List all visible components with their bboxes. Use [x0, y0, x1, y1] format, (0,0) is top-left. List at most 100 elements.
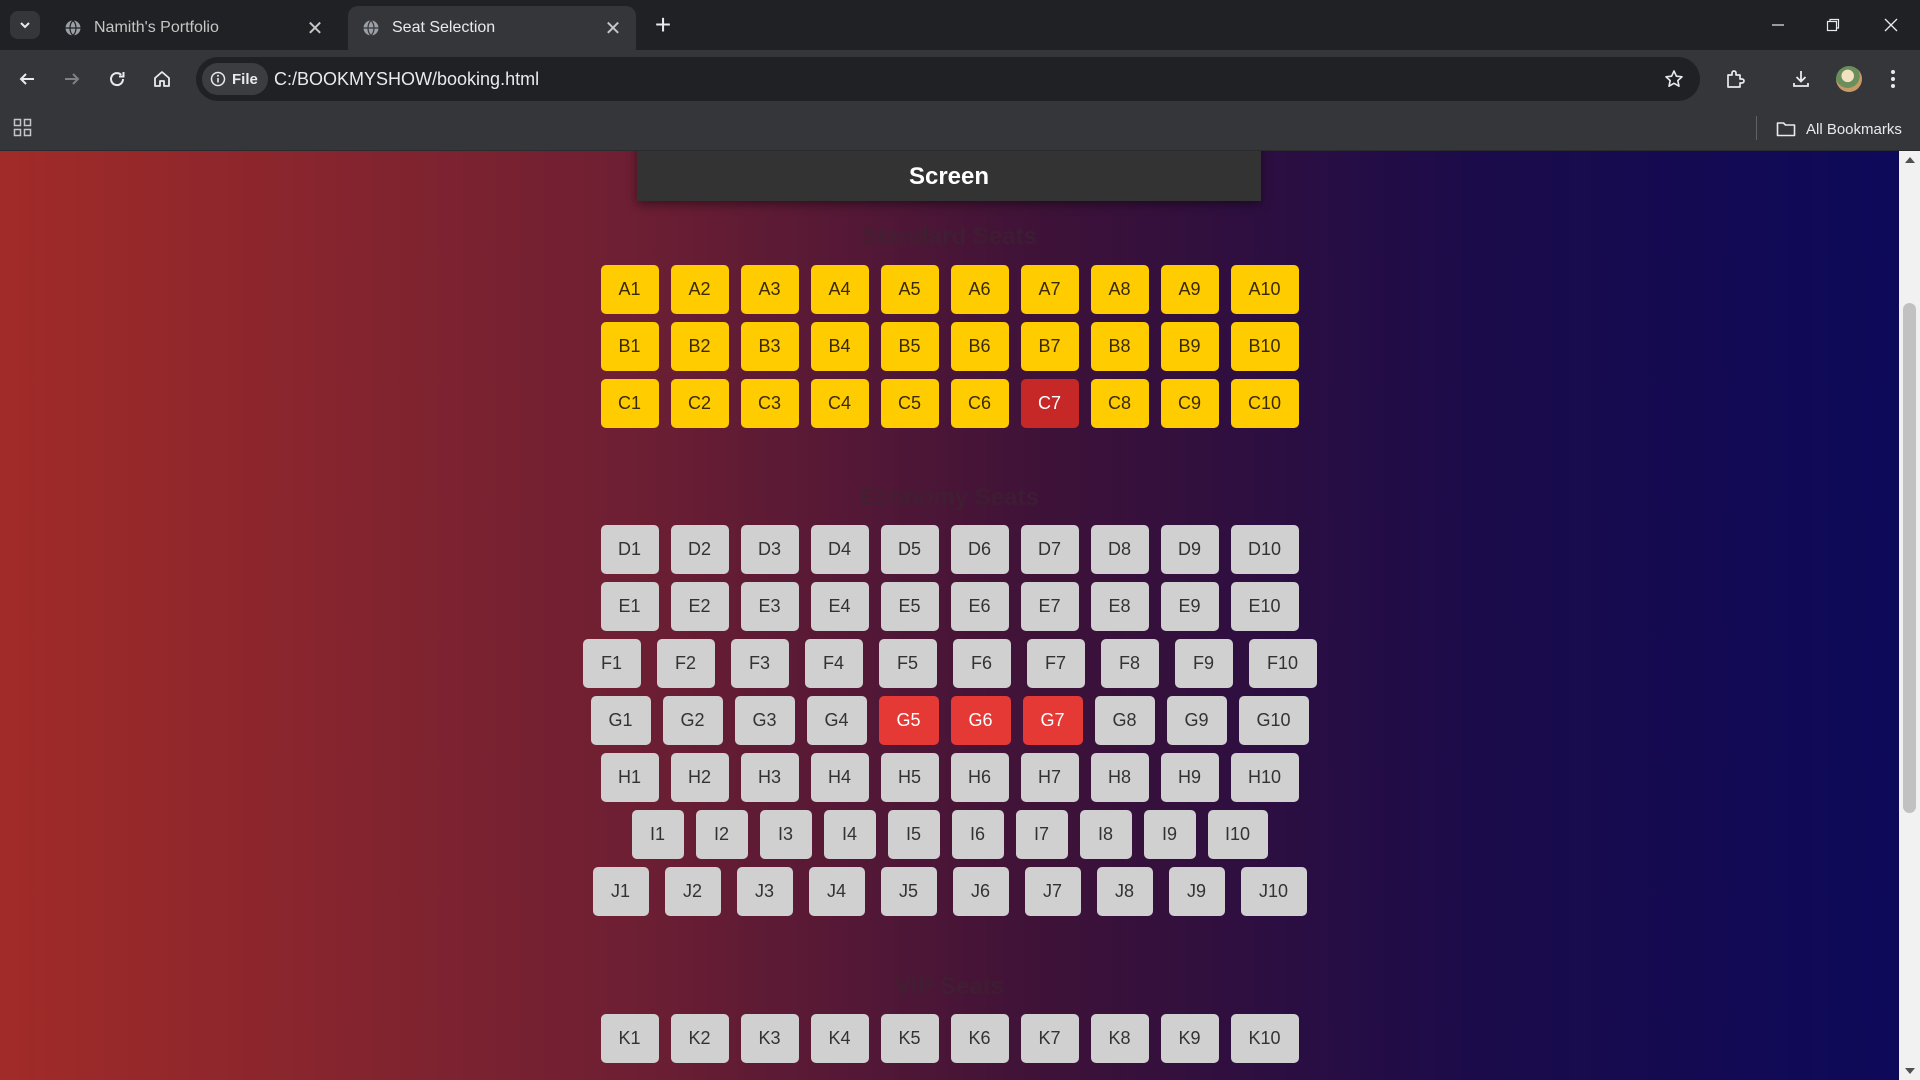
seat-d4[interactable]: D4: [810, 525, 869, 574]
seat-b7[interactable]: B7: [1020, 322, 1079, 371]
address-bar[interactable]: File C:/BOOKMYSHOW/booking.html: [196, 57, 1700, 101]
seat-j10[interactable]: J10: [1240, 867, 1307, 916]
seat-b4[interactable]: B4: [810, 322, 869, 371]
forward-button[interactable]: [56, 63, 88, 95]
seat-h1[interactable]: H1: [600, 753, 659, 802]
seat-b8[interactable]: B8: [1090, 322, 1149, 371]
seat-b9[interactable]: B9: [1160, 322, 1219, 371]
seat-j2[interactable]: J2: [664, 867, 721, 916]
seat-d6[interactable]: D6: [950, 525, 1009, 574]
tab-seat-selection[interactable]: Seat Selection ✕: [348, 6, 636, 50]
seat-b2[interactable]: B2: [670, 322, 729, 371]
seat-e4[interactable]: E4: [810, 582, 869, 631]
seat-k4[interactable]: K4: [810, 1014, 869, 1063]
seat-i1[interactable]: I1: [631, 810, 684, 859]
seat-g2[interactable]: G2: [662, 696, 723, 745]
seat-f6[interactable]: F6: [952, 639, 1011, 688]
restore-button[interactable]: [1810, 10, 1856, 40]
seat-g5[interactable]: G5: [878, 696, 939, 745]
seat-e8[interactable]: E8: [1090, 582, 1149, 631]
seat-d3[interactable]: D3: [740, 525, 799, 574]
seat-i8[interactable]: I8: [1079, 810, 1132, 859]
seat-a8[interactable]: A8: [1090, 265, 1149, 314]
seat-h3[interactable]: H3: [740, 753, 799, 802]
seat-e5[interactable]: E5: [880, 582, 939, 631]
scroll-down-arrow-icon[interactable]: [1905, 1068, 1915, 1074]
seat-b5[interactable]: B5: [880, 322, 939, 371]
seat-d10[interactable]: D10: [1230, 525, 1299, 574]
site-info-button[interactable]: File: [202, 63, 268, 95]
bookmark-star-button[interactable]: [1660, 65, 1688, 93]
seat-i6[interactable]: I6: [951, 810, 1004, 859]
seat-f7[interactable]: F7: [1026, 639, 1085, 688]
seat-k6[interactable]: K6: [950, 1014, 1009, 1063]
seat-b3[interactable]: B3: [740, 322, 799, 371]
seat-i10[interactable]: I10: [1207, 810, 1268, 859]
seat-g6[interactable]: G6: [950, 696, 1011, 745]
seat-c1[interactable]: C1: [600, 379, 659, 428]
extensions-button[interactable]: [1719, 63, 1751, 95]
scroll-up-arrow-icon[interactable]: [1905, 157, 1915, 163]
seat-b10[interactable]: B10: [1230, 322, 1299, 371]
seat-h8[interactable]: H8: [1090, 753, 1149, 802]
seat-k2[interactable]: K2: [670, 1014, 729, 1063]
seat-f1[interactable]: F1: [582, 639, 641, 688]
seat-c6[interactable]: C6: [950, 379, 1009, 428]
seat-a3[interactable]: A3: [740, 265, 799, 314]
seat-f9[interactable]: F9: [1174, 639, 1233, 688]
seat-a7[interactable]: A7: [1020, 265, 1079, 314]
seat-c7[interactable]: C7: [1020, 379, 1079, 428]
seat-a5[interactable]: A5: [880, 265, 939, 314]
seat-j3[interactable]: J3: [736, 867, 793, 916]
new-tab-button[interactable]: +: [650, 9, 676, 40]
seat-i9[interactable]: I9: [1143, 810, 1196, 859]
seat-a2[interactable]: A2: [670, 265, 729, 314]
seat-f3[interactable]: F3: [730, 639, 789, 688]
seat-d2[interactable]: D2: [670, 525, 729, 574]
seat-h7[interactable]: H7: [1020, 753, 1079, 802]
seat-g4[interactable]: G4: [806, 696, 867, 745]
seat-f2[interactable]: F2: [656, 639, 715, 688]
seat-g8[interactable]: G8: [1094, 696, 1155, 745]
seat-e10[interactable]: E10: [1230, 582, 1299, 631]
seat-k10[interactable]: K10: [1230, 1014, 1299, 1063]
seat-f10[interactable]: F10: [1248, 639, 1317, 688]
seat-d5[interactable]: D5: [880, 525, 939, 574]
seat-j9[interactable]: J9: [1168, 867, 1225, 916]
seat-j8[interactable]: J8: [1096, 867, 1153, 916]
tab-close-icon[interactable]: ✕: [302, 15, 328, 41]
tab-close-icon[interactable]: ✕: [600, 15, 626, 41]
seat-b6[interactable]: B6: [950, 322, 1009, 371]
seat-k8[interactable]: K8: [1090, 1014, 1149, 1063]
seat-j4[interactable]: J4: [808, 867, 865, 916]
seat-j1[interactable]: J1: [592, 867, 649, 916]
seat-j5[interactable]: J5: [880, 867, 937, 916]
reload-button[interactable]: [101, 63, 133, 95]
tab-namiths-portfolio[interactable]: Namith's Portfolio ✕: [50, 6, 338, 50]
seat-a1[interactable]: A1: [600, 265, 659, 314]
seat-e6[interactable]: E6: [950, 582, 1009, 631]
seat-d7[interactable]: D7: [1020, 525, 1079, 574]
seat-h6[interactable]: H6: [950, 753, 1009, 802]
seat-h10[interactable]: H10: [1230, 753, 1299, 802]
seat-c3[interactable]: C3: [740, 379, 799, 428]
seat-c8[interactable]: C8: [1090, 379, 1149, 428]
downloads-button[interactable]: [1785, 63, 1817, 95]
seat-g9[interactable]: G9: [1166, 696, 1227, 745]
seat-c9[interactable]: C9: [1160, 379, 1219, 428]
tab-search-button[interactable]: [10, 11, 40, 39]
seat-h4[interactable]: H4: [810, 753, 869, 802]
seat-f4[interactable]: F4: [804, 639, 863, 688]
seat-d9[interactable]: D9: [1160, 525, 1219, 574]
all-bookmarks-button[interactable]: All Bookmarks: [1776, 116, 1902, 142]
seat-k1[interactable]: K1: [600, 1014, 659, 1063]
seat-a6[interactable]: A6: [950, 265, 1009, 314]
seat-f5[interactable]: F5: [878, 639, 937, 688]
seat-i2[interactable]: I2: [695, 810, 748, 859]
url-text[interactable]: C:/BOOKMYSHOW/booking.html: [274, 57, 539, 101]
home-button[interactable]: [146, 63, 178, 95]
seat-d8[interactable]: D8: [1090, 525, 1149, 574]
close-window-button[interactable]: [1868, 10, 1914, 40]
seat-k5[interactable]: K5: [880, 1014, 939, 1063]
seat-a10[interactable]: A10: [1230, 265, 1299, 314]
